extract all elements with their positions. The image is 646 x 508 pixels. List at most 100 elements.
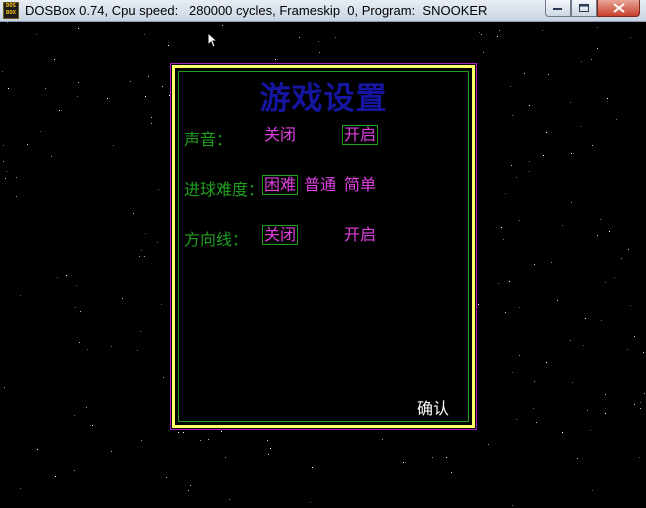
star [178,432,179,433]
star [592,145,593,146]
star [51,156,52,157]
star [503,239,504,240]
star [551,262,552,263]
star [446,457,447,458]
star [512,372,513,373]
star [614,277,615,278]
star [488,444,489,445]
mouse-cursor-icon [207,32,219,48]
star [534,381,535,382]
star [183,432,184,433]
star [267,440,268,441]
direction-line-label: 方向线： [184,230,249,249]
star [451,472,452,473]
star [130,81,131,82]
star [225,457,226,458]
star [481,34,482,35]
star [533,408,534,409]
star [605,413,606,414]
star [161,304,162,305]
star [158,189,159,190]
star [335,37,336,38]
star [5,178,6,179]
star [577,458,578,459]
star [483,52,484,53]
star [80,311,81,312]
star [221,431,222,432]
star [139,256,140,257]
star [2,71,3,72]
star [571,153,572,154]
star [188,490,189,491]
star [536,422,537,423]
star [54,59,55,60]
star [229,499,230,500]
difficulty-normal-option[interactable]: 普通 [304,176,336,194]
minimize-button[interactable] [545,0,571,17]
difficulty-label: 进球难度： [184,180,265,199]
sound-on-option[interactable]: 开启 [342,125,379,145]
star [585,318,586,319]
star [113,145,114,146]
star [3,145,4,146]
difficulty-hard-option[interactable]: 困难 [262,175,299,195]
maximize-button[interactable] [571,0,597,17]
star [529,171,530,172]
star [6,171,7,172]
star [609,231,610,232]
star [200,440,201,441]
difficulty-easy-option[interactable]: 简单 [344,176,376,194]
title-bar[interactable]: DOS BOX DOSBox 0.74, Cpu speed: 280000 c… [0,0,646,22]
star [76,285,77,286]
sound-label: 声音： [184,130,233,149]
star [222,25,223,26]
star [501,227,502,228]
dos-screen[interactable]: 游戏设置 声音： 关闭 开启 进球难度： 困难 普通 简单 方向线： 关闭 开启… [0,22,646,508]
star [168,45,169,46]
star [144,256,145,257]
star [516,419,517,420]
star [137,350,138,351]
star [499,30,500,31]
star [510,86,511,87]
star [597,235,598,236]
star [570,102,571,103]
direction-line-off-option[interactable]: 关闭 [262,225,299,245]
star [145,96,146,97]
star [542,30,543,31]
star [562,225,563,226]
star [581,61,582,62]
star [382,439,383,440]
star [643,352,644,353]
star [133,213,134,214]
star [166,477,167,478]
star [111,346,112,347]
star [516,177,517,178]
star [151,123,152,124]
star [36,34,37,35]
star [55,476,56,477]
star [77,96,78,97]
star [479,32,480,33]
star [20,295,21,296]
star [572,382,573,383]
star [546,132,547,133]
star [16,177,17,178]
star [66,275,67,276]
star [511,165,512,166]
star [59,110,60,111]
star [597,27,598,28]
direction-line-on-option[interactable]: 开启 [344,226,376,244]
dialog-title: 游戏设置 [259,81,388,117]
sound-off-option[interactable]: 关闭 [264,126,296,144]
confirm-button[interactable]: 确认 [417,395,449,419]
star [16,196,17,197]
star [519,307,520,308]
star [546,362,547,363]
star [157,242,158,243]
star [145,233,146,234]
star [524,73,525,74]
star [607,98,608,99]
close-button[interactable] [597,0,640,17]
star [141,440,142,441]
